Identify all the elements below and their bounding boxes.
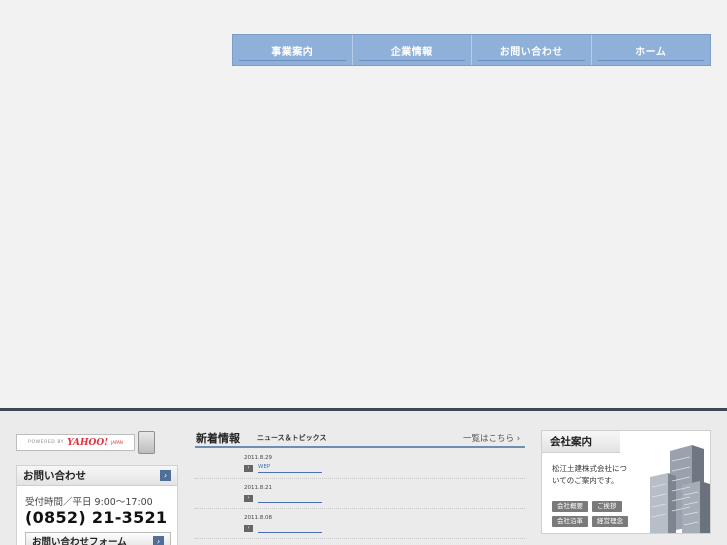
arrow-right-icon: ›: [244, 465, 253, 472]
tag-management-philosophy[interactable]: 経営理念: [592, 516, 628, 527]
nav-item-contact[interactable]: お問い合わせ: [472, 35, 592, 65]
main-nav: 事業案内 企業情報 お問い合わせ ホーム: [232, 34, 711, 66]
nav-item-label: お問い合わせ: [499, 46, 563, 58]
arrow-right-icon: ›: [244, 525, 253, 532]
news-date: 2011.8.21: [244, 485, 272, 491]
news-link[interactable]: [258, 494, 322, 503]
footer-content: POWERED BY YAHOO! JAPAN お問い合わせ › 受付時間／平日…: [0, 408, 727, 545]
nav-item-business[interactable]: 事業案内: [233, 35, 353, 65]
tag-company-overview[interactable]: 会社概要: [552, 501, 588, 512]
news-date: 2011.8.29: [244, 455, 272, 461]
contact-panel: お問い合わせ › 受付時間／平日 9:00〜17:00 (0852) 21-35…: [16, 465, 178, 545]
news-item: 2011.8.29 › WEP: [195, 449, 525, 479]
arrow-right-icon: ›: [153, 536, 164, 545]
news-divider: [195, 446, 525, 448]
nav-item-home[interactable]: ホーム: [592, 35, 711, 65]
news-title: 新着情報: [196, 432, 240, 445]
powered-by-label: POWERED BY: [28, 440, 65, 445]
contact-form-button[interactable]: お問い合わせフォーム ›: [25, 532, 171, 545]
tag-greeting[interactable]: ご挨拶: [592, 501, 622, 512]
yahoo-logo-sub: JAPAN: [111, 440, 123, 445]
news-item: 2011.8.08 ›: [195, 509, 525, 539]
nav-item-company-info[interactable]: 企業情報: [353, 35, 472, 65]
arrow-right-icon: ›: [244, 495, 253, 502]
buildings-illustration: [620, 431, 710, 533]
news-subtitle: ニュース＆トピックス: [257, 434, 327, 442]
arrow-right-icon[interactable]: ›: [160, 470, 171, 481]
phone-number: (0852) 21-3521: [25, 508, 168, 527]
news-item: 2011.8.21 ›: [195, 479, 525, 509]
tag-company-history[interactable]: 会社沿革: [552, 516, 588, 527]
company-title: 会社案内: [550, 436, 592, 448]
nav-item-label: ホーム: [635, 46, 667, 58]
news-view-all-link[interactable]: 一覧はこちら ›: [463, 432, 520, 444]
nav-item-label: 企業情報: [390, 46, 433, 58]
contact-form-label: お問い合わせフォーム: [32, 537, 127, 545]
company-description: 松江土建株式会社についてのご案内です。: [552, 464, 627, 485]
yahoo-logo: YAHOO!: [67, 437, 109, 448]
company-panel: 会社案内 › 松江土建株式会社についてのご案内です。 会社概要 ご挨拶 会: [541, 430, 711, 534]
news-link[interactable]: WEP: [258, 464, 322, 473]
search-button[interactable]: [138, 431, 155, 454]
nav-item-label: 事業案内: [271, 46, 314, 58]
business-hours: 受付時間／平日 9:00〜17:00: [25, 497, 153, 508]
contact-title: お問い合わせ: [23, 470, 86, 482]
news-date: 2011.8.08: [244, 515, 272, 521]
news-link[interactable]: [258, 524, 322, 533]
search-input[interactable]: POWERED BY YAHOO! JAPAN: [16, 434, 135, 451]
contact-header[interactable]: お問い合わせ ›: [17, 466, 177, 486]
